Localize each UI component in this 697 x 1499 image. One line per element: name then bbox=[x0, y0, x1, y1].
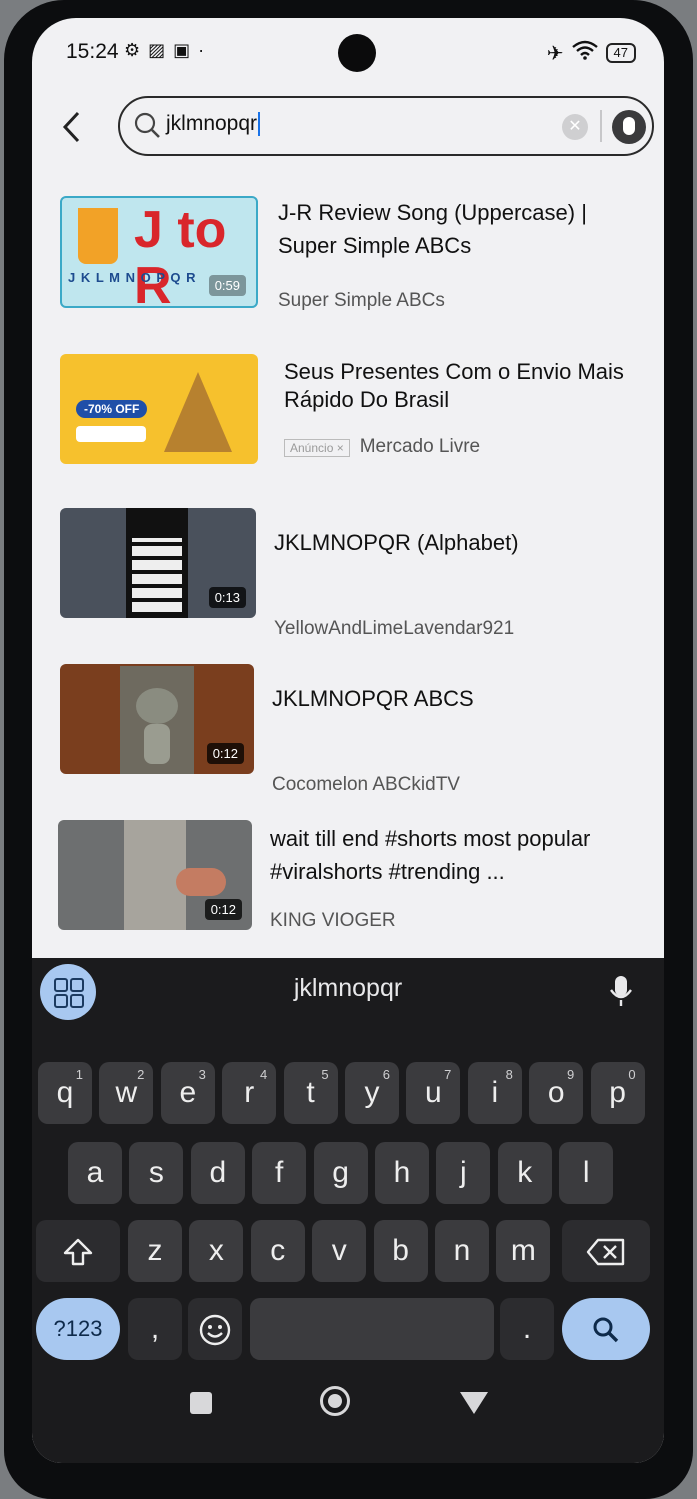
ad-thumbnail[interactable]: -70% OFF bbox=[60, 354, 258, 464]
shift-key[interactable] bbox=[36, 1220, 120, 1282]
video-thumbnail[interactable]: 0:13 bbox=[60, 508, 256, 618]
search-key[interactable] bbox=[562, 1298, 650, 1360]
navigation-bar bbox=[32, 1376, 664, 1436]
home-icon[interactable] bbox=[320, 1386, 350, 1416]
key-w[interactable]: w2 bbox=[99, 1062, 154, 1124]
duration-badge: 0:59 bbox=[208, 275, 246, 296]
video-title[interactable]: wait till end #shorts most popular #vira… bbox=[270, 822, 650, 888]
channel-name[interactable]: YellowAndLimeLavendar921 bbox=[274, 618, 514, 640]
status-bar: 15:24 ⚙ ▨ ▣ · ✈ 47 bbox=[32, 18, 664, 88]
key-b[interactable]: b bbox=[373, 1220, 428, 1282]
status-right-icons: ✈ 47 bbox=[547, 40, 636, 66]
key-y[interactable]: y6 bbox=[345, 1062, 399, 1124]
back-nav-icon[interactable] bbox=[460, 1392, 488, 1414]
photo-icon: ▨ bbox=[148, 40, 166, 60]
key-h[interactable]: h bbox=[375, 1142, 429, 1204]
video-title[interactable]: JKLMNOPQR (Alphabet) bbox=[274, 526, 644, 559]
key-q[interactable]: q1 bbox=[38, 1062, 92, 1124]
search-input[interactable]: jklmnopqr bbox=[166, 112, 261, 137]
gift-tree-graphic bbox=[164, 372, 232, 452]
key-m[interactable]: m bbox=[496, 1220, 551, 1282]
key-d[interactable]: d bbox=[190, 1142, 245, 1204]
juice-cup-graphic bbox=[78, 208, 118, 264]
key-j[interactable]: j bbox=[436, 1142, 491, 1204]
phone-frame: 15:24 ⚙ ▨ ▣ · ✈ 47 jklmnopqr ✕ J to R J … bbox=[4, 0, 693, 1499]
video-thumbnail[interactable]: J to R J K L M N O P Q R 0:59 bbox=[60, 196, 258, 308]
cat-body-graphic bbox=[144, 724, 170, 764]
letters-graphic bbox=[132, 538, 182, 612]
key-z[interactable]: z bbox=[128, 1220, 182, 1282]
status-time: 15:24 bbox=[66, 40, 119, 63]
key-p[interactable]: p0 bbox=[590, 1062, 645, 1124]
key-l[interactable]: l bbox=[559, 1142, 614, 1204]
chevron-left-icon[interactable] bbox=[60, 110, 90, 150]
key-s[interactable]: s bbox=[129, 1142, 184, 1204]
ad-meta: Anúncio × Mercado Livre bbox=[284, 436, 480, 458]
status-left-icons: ⚙ ▨ ▣ · bbox=[124, 40, 204, 61]
duration-badge: 0:13 bbox=[208, 587, 246, 608]
key-o[interactable]: o9 bbox=[529, 1062, 584, 1124]
period-key[interactable]: . bbox=[500, 1298, 554, 1360]
key-x[interactable]: x bbox=[189, 1220, 244, 1282]
dot-icon: · bbox=[198, 40, 205, 60]
key-u[interactable]: u7 bbox=[406, 1062, 461, 1124]
key-r[interactable]: r4 bbox=[222, 1062, 277, 1124]
keyboard-toolbar: jklmnopqr bbox=[32, 958, 664, 1028]
airplane-icon: ✈ bbox=[546, 42, 564, 65]
backspace-key[interactable] bbox=[562, 1220, 650, 1282]
video-thumbnail[interactable]: 0:12 bbox=[58, 820, 252, 930]
camera-cutout bbox=[338, 34, 376, 72]
channel-name[interactable]: KING VIOGER bbox=[270, 910, 396, 932]
key-n[interactable]: n bbox=[435, 1220, 489, 1282]
text-caret bbox=[258, 112, 261, 137]
keyboard: jklmnopqr q1w2e3r4t5y6u7i8o9p0 asdfghjkl… bbox=[32, 958, 664, 1463]
key-i[interactable]: i8 bbox=[467, 1062, 522, 1124]
wifi-icon bbox=[571, 40, 598, 66]
suggestion-text[interactable]: jklmnopqr bbox=[32, 974, 664, 1003]
cat-character-graphic bbox=[120, 666, 194, 774]
key-g[interactable]: g bbox=[313, 1142, 368, 1204]
ad-badge[interactable]: Anúncio × bbox=[284, 438, 350, 457]
search-bar[interactable]: jklmnopqr ✕ bbox=[118, 96, 654, 156]
channel-name[interactable]: Cocomelon ABCkidTV bbox=[272, 774, 460, 796]
video-title[interactable]: JKLMNOPQR ABCS bbox=[272, 682, 642, 715]
duration-badge: 0:12 bbox=[206, 743, 244, 764]
screen: 15:24 ⚙ ▨ ▣ · ✈ 47 jklmnopqr ✕ J to R J … bbox=[32, 18, 664, 1463]
cat-head-graphic bbox=[136, 688, 178, 724]
battery-icon: 47 bbox=[605, 43, 636, 63]
recents-icon[interactable] bbox=[190, 1392, 212, 1414]
key-t[interactable]: t5 bbox=[283, 1062, 338, 1124]
key-c[interactable]: c bbox=[250, 1220, 305, 1282]
key-a[interactable]: a bbox=[68, 1142, 122, 1204]
search-query-text: jklmnopqr bbox=[166, 112, 258, 135]
space-bar[interactable] bbox=[250, 1298, 494, 1360]
hand-graphic bbox=[176, 868, 226, 896]
emoji-key[interactable] bbox=[188, 1298, 242, 1360]
key-f[interactable]: f bbox=[252, 1142, 307, 1204]
video-title[interactable]: J-R Review Song (Uppercase) | Super Simp… bbox=[278, 196, 648, 262]
key-e[interactable]: e3 bbox=[160, 1062, 215, 1124]
search-icon bbox=[132, 110, 162, 140]
video-thumbnail[interactable]: 0:12 bbox=[60, 664, 254, 774]
advertiser-name[interactable]: Mercado Livre bbox=[360, 436, 480, 457]
ad-price-tag bbox=[76, 426, 146, 442]
ad-title[interactable]: Seus Presentes Com o Envio Mais Rápido D… bbox=[284, 358, 654, 414]
voice-input-icon[interactable] bbox=[606, 972, 636, 1012]
key-k[interactable]: k bbox=[497, 1142, 552, 1204]
duration-badge: 0:12 bbox=[204, 899, 242, 920]
key-v[interactable]: v bbox=[312, 1220, 367, 1282]
thumb-letters: J K L M N O P Q R bbox=[68, 270, 197, 285]
clear-icon[interactable]: ✕ bbox=[562, 114, 588, 140]
notification-icon: ▣ bbox=[173, 40, 191, 60]
phone-in-video-graphic bbox=[126, 508, 188, 618]
ad-discount-badge: -70% OFF bbox=[76, 400, 148, 418]
channel-name[interactable]: Super Simple ABCs bbox=[278, 290, 445, 312]
mic-icon[interactable] bbox=[612, 110, 646, 144]
symbols-key[interactable]: ?123 bbox=[36, 1298, 120, 1360]
gear-icon: ⚙ bbox=[124, 40, 141, 60]
search-divider bbox=[600, 110, 602, 142]
comma-key[interactable]: , bbox=[128, 1298, 182, 1360]
